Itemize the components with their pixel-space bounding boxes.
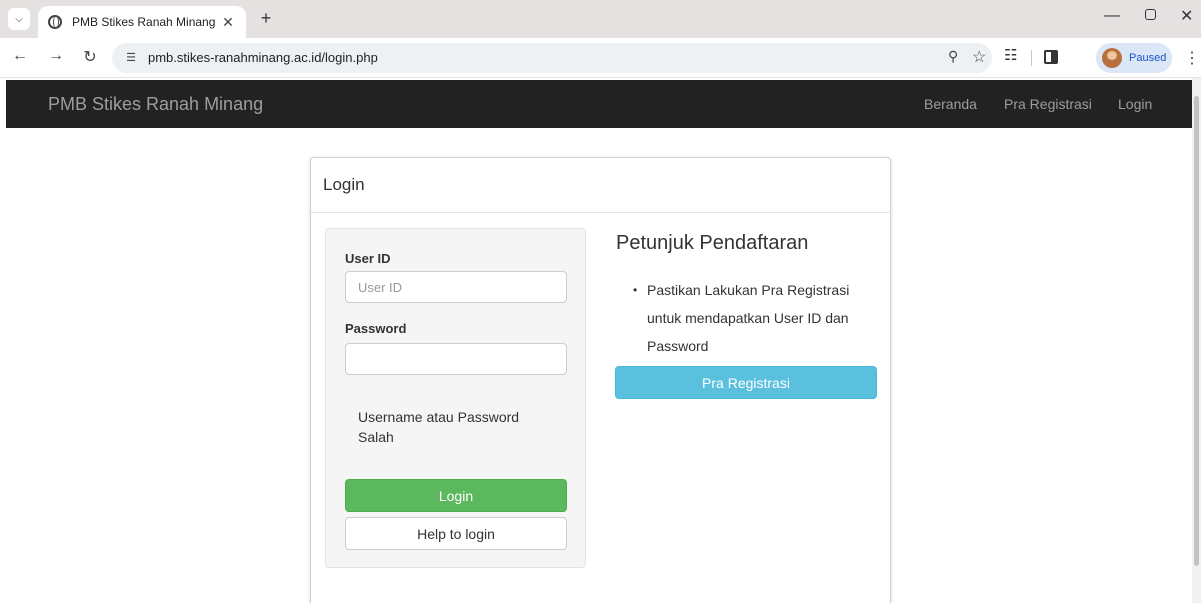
browser-tab[interactable]: PMB Stikes Ranah Minang ✕ <box>38 6 246 38</box>
login-button[interactable]: Login <box>345 479 567 512</box>
toolbar-divider <box>1031 50 1032 66</box>
info-item-text: Pastikan Lakukan Pra Registrasi untuk me… <box>647 282 850 354</box>
panel-title: Login <box>323 175 365 194</box>
restore-icon[interactable] <box>1145 9 1156 20</box>
info-list: • Pastikan Lakukan Pra Registrasi untuk … <box>629 276 879 360</box>
tune-icon[interactable]: ☰ <box>122 49 140 67</box>
page-scrollbar[interactable] <box>1192 78 1201 603</box>
star-icon[interactable]: ☆ <box>972 47 986 67</box>
url-text[interactable]: pmb.stikes-ranahminang.ac.id/login.php <box>148 50 378 65</box>
profile-button[interactable]: Paused <box>1096 43 1172 73</box>
chevron-down-icon[interactable]: ⌵ <box>8 8 30 30</box>
arrow-left-icon[interactable]: ← <box>10 47 30 65</box>
kebab-menu-icon[interactable]: ⋮ <box>1184 48 1200 68</box>
site-navbar: PMB Stikes Ranah Minang Beranda Pra Regi… <box>6 80 1192 128</box>
globe-icon <box>48 15 62 29</box>
error-message: Username atau Password Salah <box>358 409 520 445</box>
scrollbar-thumb[interactable] <box>1194 96 1199 566</box>
arrow-right-icon[interactable]: → <box>46 47 66 65</box>
window-close-icon[interactable]: ✕ <box>1180 6 1193 26</box>
login-form: User ID Password Username atau Password … <box>325 228 586 568</box>
nav-link-login[interactable]: Login <box>1118 96 1152 112</box>
list-item: • Pastikan Lakukan Pra Registrasi untuk … <box>629 276 879 360</box>
reload-icon[interactable]: ↻ <box>80 47 100 67</box>
pra-registrasi-button[interactable]: Pra Registrasi <box>615 366 877 399</box>
nav-link-pra-registrasi[interactable]: Pra Registrasi <box>1004 96 1092 112</box>
password-label: Password <box>345 321 407 336</box>
userid-label: User ID <box>345 251 391 266</box>
nav-link-beranda[interactable]: Beranda <box>924 96 977 112</box>
profile-status: Paused <box>1129 52 1167 64</box>
side-panel-icon[interactable] <box>1044 50 1058 64</box>
login-panel: Login User ID Password Username atau Pas… <box>310 157 891 603</box>
browser-tab-strip: ⌵ PMB Stikes Ranah Minang ✕ + — ✕ <box>0 0 1201 38</box>
browser-toolbar: ← → ↻ ☰ pmb.stikes-ranahminang.ac.id/log… <box>0 38 1201 78</box>
puzzle-icon[interactable]: ☷ <box>1004 46 1017 64</box>
zoom-icon[interactable]: ⚲ <box>948 48 958 65</box>
password-input[interactable] <box>345 343 567 375</box>
panel-heading: Login <box>311 158 890 213</box>
avatar <box>1102 48 1122 68</box>
tab-title: PMB Stikes Ranah Minang <box>72 15 216 29</box>
site-brand[interactable]: PMB Stikes Ranah Minang <box>48 94 263 115</box>
help-to-login-button[interactable]: Help to login <box>345 517 567 550</box>
info-title: Petunjuk Pendaftaran <box>616 232 809 254</box>
close-icon[interactable]: ✕ <box>220 14 236 31</box>
bullet-icon: • <box>633 283 638 297</box>
plus-icon[interactable]: + <box>256 8 276 29</box>
address-bar[interactable]: ☰ pmb.stikes-ranahminang.ac.id/login.php… <box>112 43 992 73</box>
userid-input[interactable] <box>345 271 567 303</box>
minimize-icon[interactable]: — <box>1104 7 1120 25</box>
